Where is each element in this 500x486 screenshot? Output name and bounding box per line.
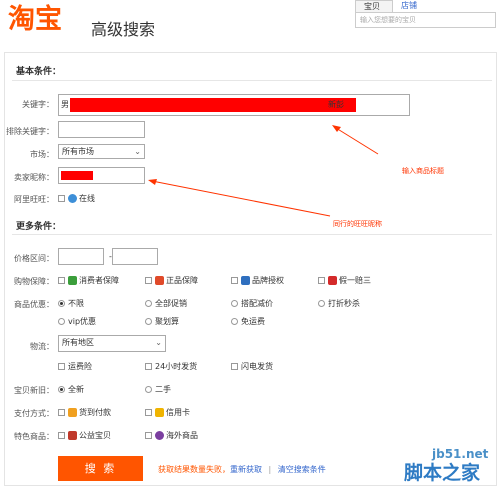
- freight-insurance-checkbox[interactable]: 运费险: [58, 361, 92, 372]
- radio-checked-icon: [58, 300, 65, 307]
- special-charity-checkbox[interactable]: 公益宝贝: [58, 430, 111, 441]
- checkbox-icon: [145, 363, 152, 370]
- condition-label: 宝贝新旧：: [14, 386, 54, 395]
- divider: [12, 234, 492, 235]
- radio-checked-icon: [58, 386, 65, 393]
- option-label: 公益宝贝: [79, 431, 111, 440]
- ship-24h-checkbox[interactable]: 24小时发货: [145, 361, 197, 372]
- chevron-down-icon: ⌄: [155, 338, 162, 347]
- price-max-input[interactable]: [112, 248, 158, 265]
- option-label: 全部促销: [155, 299, 187, 308]
- option-label: 运费险: [68, 362, 92, 371]
- radio-icon: [145, 386, 152, 393]
- option-label: 免运费: [241, 317, 265, 326]
- price-min-input[interactable]: [58, 248, 104, 265]
- logistics-select[interactable]: 所有地区 ⌄: [58, 335, 166, 352]
- payment-cod-checkbox[interactable]: 货到付款: [58, 407, 111, 418]
- checkbox-icon: [145, 277, 152, 284]
- checkbox-icon: [58, 409, 65, 416]
- payment-label: 支付方式：: [14, 409, 54, 418]
- option-label: 二手: [155, 385, 171, 394]
- radio-icon: [145, 300, 152, 307]
- condition-used-radio[interactable]: 二手: [145, 384, 171, 395]
- search-button[interactable]: 搜 索: [58, 456, 143, 481]
- logistics-label: 物流：: [30, 342, 54, 351]
- radio-icon: [231, 318, 238, 325]
- promo-freeship-radio[interactable]: 免运费: [231, 316, 265, 327]
- checkbox-icon: [318, 277, 325, 284]
- checkbox-icon: [58, 432, 65, 439]
- charity-icon: [68, 431, 77, 440]
- option-label: 海外商品: [166, 431, 198, 440]
- logistics-value: 所有地区: [62, 338, 94, 347]
- special-overseas-checkbox[interactable]: 海外商品: [145, 430, 198, 441]
- credit-card-icon: [155, 408, 164, 417]
- promo-all-radio[interactable]: 全部促销: [145, 298, 187, 309]
- annotation-title-hint: 输入商品标题: [402, 167, 444, 175]
- checkbox-icon: [145, 432, 152, 439]
- guarantee-consumer-checkbox[interactable]: 消费者保障: [58, 275, 119, 286]
- payment-credit-checkbox[interactable]: 信用卡: [145, 407, 190, 418]
- radio-icon: [318, 300, 325, 307]
- cash-on-delivery-icon: [68, 408, 77, 417]
- promo-vip-radio[interactable]: vip优惠: [58, 316, 96, 327]
- retry-link[interactable]: 重新获取: [230, 465, 262, 474]
- promo-bundle-radio[interactable]: 搭配减价: [231, 298, 273, 309]
- option-label: 24小时发货: [155, 362, 198, 371]
- shield-icon: [68, 276, 77, 285]
- checkbox-icon: [231, 363, 238, 370]
- checkbox-icon: [145, 409, 152, 416]
- option-label: 搭配减价: [241, 299, 273, 308]
- link-separator: |: [268, 465, 272, 474]
- option-label: 聚划算: [155, 317, 179, 326]
- option-label: 消费者保障: [79, 276, 119, 285]
- promo-discount-radio[interactable]: 打折秒杀: [318, 298, 360, 309]
- option-label: 不限: [68, 299, 84, 308]
- option-label: 打折秒杀: [328, 299, 360, 308]
- radio-icon: [145, 318, 152, 325]
- watermark-brand: 脚本之家: [404, 462, 481, 484]
- promo-label: 商品优惠：: [14, 300, 54, 309]
- option-label: 假一赔三: [339, 276, 371, 285]
- status-text: 获取结果数量失败，: [158, 465, 230, 474]
- checkbox-icon: [58, 363, 65, 370]
- option-label: 闪电发货: [241, 362, 273, 371]
- brand-icon: [241, 276, 250, 285]
- option-label: 全新: [68, 385, 84, 394]
- guarantee-fake-checkbox[interactable]: 假一赔三: [318, 275, 371, 286]
- price-label: 价格区间：: [14, 254, 54, 263]
- radio-icon: [58, 318, 65, 325]
- more-section-title: 更多条件：: [16, 222, 62, 232]
- promo-any-radio[interactable]: 不限: [58, 298, 84, 309]
- option-label: vip优惠: [68, 317, 97, 326]
- checkbox-icon: [58, 277, 65, 284]
- option-label: 货到付款: [79, 408, 111, 417]
- result-status: 获取结果数量失败，重新获取 | 清空搜索条件: [158, 464, 326, 475]
- lightning-ship-checkbox[interactable]: 闪电发货: [231, 361, 273, 372]
- globe-icon: [155, 431, 164, 440]
- condition-new-radio[interactable]: 全新: [58, 384, 84, 395]
- annotation-seller-hint: 同行的旺旺昵称: [333, 220, 382, 228]
- guarantee-brand-checkbox[interactable]: 品牌授权: [231, 275, 284, 286]
- option-label: 信用卡: [166, 408, 190, 417]
- option-label: 正品保障: [166, 276, 198, 285]
- promo-juhuasuan-radio[interactable]: 聚划算: [145, 316, 179, 327]
- clear-conditions-link[interactable]: 清空搜索条件: [278, 465, 326, 474]
- authentic-icon: [155, 276, 164, 285]
- guarantee-label: 购物保障：: [14, 277, 54, 286]
- fake-compensation-icon: [328, 276, 337, 285]
- guarantee-authentic-checkbox[interactable]: 正品保障: [145, 275, 198, 286]
- option-label: 品牌授权: [252, 276, 284, 285]
- radio-icon: [231, 300, 238, 307]
- checkbox-icon: [231, 277, 238, 284]
- special-label: 特色商品：: [14, 432, 54, 441]
